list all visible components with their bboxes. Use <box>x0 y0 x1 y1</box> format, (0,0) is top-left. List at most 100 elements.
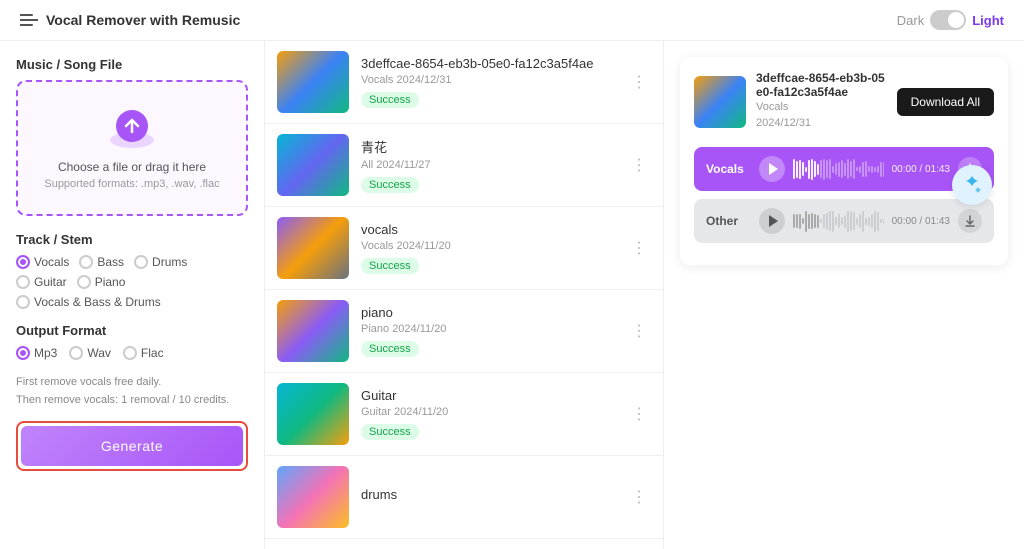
player-title: 3deffcae-8654-eb3b-05e0-fa12c3a5f4ae <box>756 71 887 99</box>
player-info: 3deffcae-8654-eb3b-05e0-fa12c3a5f4ae Voc… <box>756 71 887 133</box>
list-title: vocals <box>361 222 615 237</box>
track-vocals-label: Vocals <box>34 255 69 269</box>
track-guitar-label: Guitar <box>34 275 67 289</box>
list-info: 3deffcae-8654-eb3b-05e0-fa12c3a5f4ae Voc… <box>361 56 615 108</box>
track-vocals[interactable]: Vocals <box>16 255 69 269</box>
track-vbd-label: Vocals & Bass & Drums <box>34 295 161 309</box>
left-panel: Music / Song File Choose a file or drag … <box>0 41 265 549</box>
format-group: Mp3 Wav Flac <box>16 346 248 360</box>
list-item[interactable]: 青花 All 2024/11/27 Success ⋮ <box>265 124 663 207</box>
track-guitar[interactable]: Guitar <box>16 275 67 289</box>
radio-piano-circle <box>77 275 91 289</box>
right-panel: 3deffcae-8654-eb3b-05e0-fa12c3a5f4ae Voc… <box>664 41 1024 549</box>
radio-bass-circle <box>79 255 93 269</box>
dark-label: Dark <box>897 13 924 28</box>
track-vocals-bass-drums[interactable]: Vocals & Bass & Drums <box>16 295 161 309</box>
list-meta: Vocals 2024/11/20 <box>361 240 615 252</box>
list-meta: All 2024/11/27 <box>361 159 615 171</box>
other-waveform <box>793 209 884 233</box>
output-section-title: Output Format <box>16 323 248 338</box>
list-info: drums <box>361 487 615 507</box>
status-badge: Success <box>361 341 419 357</box>
music-section-title: Music / Song File <box>16 57 248 72</box>
center-list: 3deffcae-8654-eb3b-05e0-fa12c3a5f4ae Voc… <box>265 41 664 549</box>
format-mp3[interactable]: Mp3 <box>16 346 57 360</box>
upload-icon-wrap <box>106 106 158 150</box>
track-bass[interactable]: Bass <box>79 255 124 269</box>
status-badge: Success <box>361 424 419 440</box>
radio-flac-circle <box>123 346 137 360</box>
format-flac[interactable]: Flac <box>123 346 164 360</box>
more-options-button[interactable]: ⋮ <box>627 68 651 96</box>
vocals-play-button[interactable] <box>759 156 785 182</box>
other-play-button[interactable] <box>759 208 785 234</box>
vocals-track-label: Vocals <box>706 162 751 176</box>
player-sub: Vocals <box>756 101 887 113</box>
upload-text-sub: Supported formats: .mp3, .wav, .flac <box>34 178 230 190</box>
vocals-time: 00:00 / 01:43 <box>892 164 950 175</box>
format-wav-label: Wav <box>87 346 111 360</box>
list-title: Guitar <box>361 388 615 403</box>
list-info: vocals Vocals 2024/11/20 Success <box>361 222 615 274</box>
list-thumb <box>277 383 349 445</box>
track-section: Track / Stem Vocals Bass Drums <box>16 232 248 309</box>
credits-line2: Then remove vocals: 1 removal / 10 credi… <box>16 394 229 406</box>
vocals-play-icon <box>769 163 778 175</box>
more-options-button[interactable]: ⋮ <box>627 234 651 262</box>
theme-toggle[interactable]: Dark Light <box>897 10 1004 30</box>
other-time: 00:00 / 01:43 <box>892 216 950 227</box>
status-badge: Success <box>361 258 419 274</box>
format-wav[interactable]: Wav <box>69 346 111 360</box>
track-piano[interactable]: Piano <box>77 275 126 289</box>
menu-icon <box>20 13 38 27</box>
player-sub-label: Vocals <box>756 101 788 113</box>
radio-mp3-circle <box>16 346 30 360</box>
list-title: 青花 <box>361 137 615 156</box>
other-play-icon <box>769 215 778 227</box>
generate-button[interactable]: Generate <box>21 426 243 466</box>
other-download-button[interactable] <box>958 209 982 233</box>
list-thumb <box>277 134 349 196</box>
other-track-label: Other <box>706 214 751 228</box>
track-piano-label: Piano <box>95 275 126 289</box>
more-options-button[interactable]: ⋮ <box>627 151 651 179</box>
list-item[interactable]: 3deffcae-8654-eb3b-05e0-fa12c3a5f4ae Voc… <box>265 41 663 124</box>
output-section: Output Format Mp3 Wav Flac <box>16 323 248 360</box>
download-all-button[interactable]: Download All <box>897 88 994 116</box>
list-item[interactable]: Guitar Guitar 2024/11/20 Success ⋮ <box>265 373 663 456</box>
list-item[interactable]: piano Piano 2024/11/20 Success ⋮ <box>265 290 663 373</box>
list-info: piano Piano 2024/11/20 Success <box>361 305 615 357</box>
player-card: 3deffcae-8654-eb3b-05e0-fa12c3a5f4ae Voc… <box>680 57 1008 265</box>
track-section-title: Track / Stem <box>16 232 248 247</box>
list-thumb <box>277 217 349 279</box>
list-meta: Guitar 2024/11/20 <box>361 406 615 418</box>
list-title: 3deffcae-8654-eb3b-05e0-fa12c3a5f4ae <box>361 56 615 71</box>
list-thumb <box>277 300 349 362</box>
track-radio-group: Vocals Bass Drums Guitar <box>16 255 248 309</box>
list-thumb <box>277 466 349 528</box>
status-badge: Success <box>361 92 419 108</box>
more-options-button[interactable]: ⋮ <box>627 317 651 345</box>
track-drums[interactable]: Drums <box>134 255 187 269</box>
header: Vocal Remover with Remusic Dark Light <box>0 0 1024 41</box>
toggle-switch[interactable] <box>930 10 966 30</box>
track-drums-label: Drums <box>152 255 187 269</box>
list-meta: Vocals 2024/12/31 <box>361 74 615 86</box>
floating-ai-button[interactable] <box>952 165 992 205</box>
player-thumb <box>694 76 746 128</box>
radio-guitar-circle <box>16 275 30 289</box>
more-options-button[interactable]: ⋮ <box>627 400 651 428</box>
upload-area[interactable]: Choose a file or drag it here Supported … <box>16 80 248 216</box>
list-item[interactable]: drums ⋮ <box>265 456 663 539</box>
vocals-track-player: Vocals 00:00 / 01:43 <box>694 147 994 191</box>
credits-text: First remove vocals free daily. Then rem… <box>16 374 248 409</box>
radio-drums-circle <box>134 255 148 269</box>
upload-text-main: Choose a file or drag it here <box>34 160 230 174</box>
upload-icon <box>106 106 158 150</box>
light-label: Light <box>972 13 1004 28</box>
list-info: 青花 All 2024/11/27 Success <box>361 137 615 193</box>
more-options-button[interactable]: ⋮ <box>627 483 651 511</box>
list-item[interactable]: vocals Vocals 2024/11/20 Success ⋮ <box>265 207 663 290</box>
app-title: Vocal Remover with Remusic <box>46 12 240 28</box>
list-title: piano <box>361 305 615 320</box>
